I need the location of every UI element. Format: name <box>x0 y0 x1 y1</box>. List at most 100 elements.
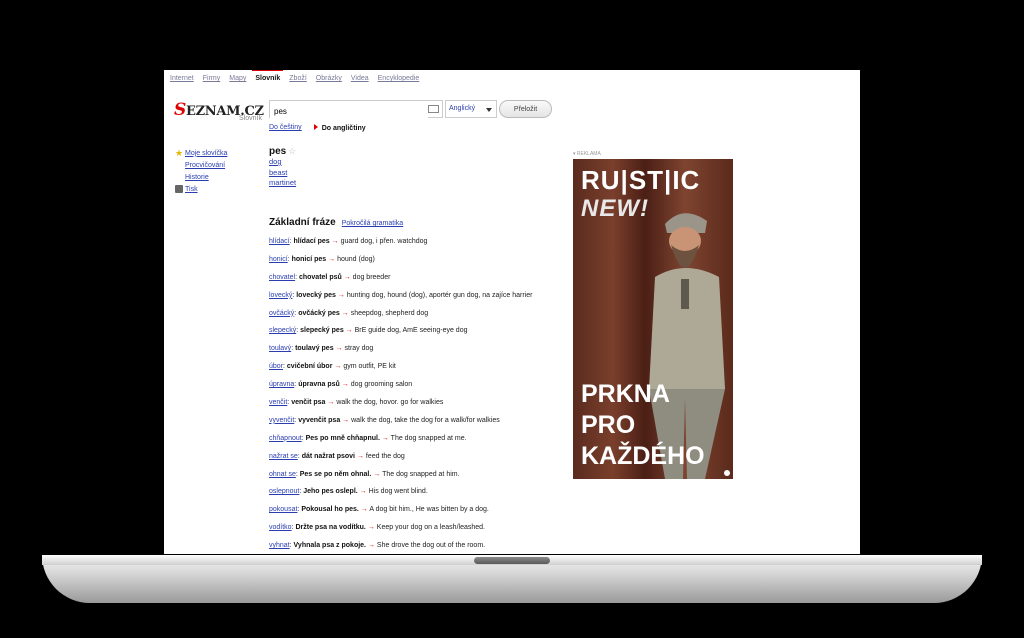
phrases-list: hlídací: hlídací pes → guard dog, i přen… <box>269 237 539 554</box>
advanced-grammar-link[interactable]: Pokročilá gramatika <box>342 220 403 227</box>
headword-text: pes <box>269 146 287 157</box>
arrow-right-icon: → <box>360 506 368 514</box>
phrase-row: vodítko: Držte psa na vodítku. → Keep yo… <box>269 524 485 532</box>
arrow-right-icon: → <box>367 542 375 550</box>
phrase-english: The dog snapped at me. <box>390 434 467 442</box>
arrow-right-icon: → <box>356 452 364 460</box>
nav-zbozi[interactable]: Zboží <box>289 75 307 87</box>
sidebar-item-label: Moje slovíčka <box>185 149 228 157</box>
phrase-source-link[interactable]: ovčácký <box>269 310 294 317</box>
phrase-row: vyvenčit: vyvenčit psa → walk the dog, t… <box>269 416 500 424</box>
logo-subtitle: Slovník <box>239 115 262 122</box>
phrases-title: Základní fráze <box>269 217 336 228</box>
sidebar-item-print[interactable]: Tisk <box>175 183 227 195</box>
direction-switch: Do češtiny Do angličtiny <box>269 124 366 132</box>
language-selected: Anglický <box>449 105 476 112</box>
phrase-source-link[interactable]: vyvenčit <box>269 417 294 424</box>
star-icon[interactable]: ☆ <box>288 146 296 156</box>
phrase-czech: Vyhnala psa z pokoje. <box>293 542 367 550</box>
phrase-english: BrE guide dog, AmE seeing-eye dog <box>354 327 468 335</box>
arrow-right-icon: → <box>359 488 367 496</box>
phrase-english: sheepdog, shepherd dog <box>350 309 429 317</box>
nav-slovnik[interactable]: Slovník <box>252 70 284 87</box>
phrase-english: The dog snapped at him. <box>382 470 460 478</box>
translation-link[interactable]: beast <box>269 168 296 179</box>
translate-button[interactable]: Přeložit <box>499 100 552 118</box>
phrase-source-link[interactable]: ohnat se <box>269 471 296 478</box>
sidebar-item-label: Tisk <box>185 185 198 193</box>
nav-firmy[interactable]: Firmy <box>203 75 221 87</box>
phrase-row: nažrat se: dát nažrat psovi → feed the d… <box>269 452 405 460</box>
sidebar-item-my-words[interactable]: ★ Moje slovíčka <box>175 147 227 159</box>
phrase-source-link[interactable]: honicí <box>269 256 288 263</box>
arrow-right-icon: → <box>328 255 336 263</box>
phrase-source-link[interactable]: lovecký <box>269 292 292 299</box>
phrase-row: oslepnout: Jeho pes oslepl. → His dog we… <box>269 488 428 496</box>
phrase-czech: hlídací pes <box>293 238 330 245</box>
phrase-row: venčit: venčit psa → walk the dog, hovor… <box>269 399 444 407</box>
ad-new-tag: NEW! <box>581 195 649 222</box>
phrase-czech: cvičební úbor <box>286 363 333 371</box>
sidebar-item-history[interactable]: Historie <box>185 171 227 183</box>
ad-slogan: PRKNA PRO KAŽDÉHO <box>581 379 705 472</box>
phrase-english: A dog bit him., He was bitten by a dog. <box>369 506 489 514</box>
arrow-right-icon: → <box>373 470 381 478</box>
phrase-source-link[interactable]: slepecký <box>269 327 296 334</box>
phrase-source-link[interactable]: vyhnat <box>269 542 290 549</box>
phrase-english: stray dog <box>344 345 374 353</box>
phrase-row: hlídací: hlídací pes → guard dog, i přen… <box>269 238 428 245</box>
phrase-source-link[interactable]: chňapnout <box>269 435 302 442</box>
phrase-row: chňapnout: Pes po mně chňapnul. → The do… <box>269 434 467 442</box>
to-czech-link[interactable]: Do češtiny <box>269 124 302 132</box>
phrase-source-link[interactable]: nažrat se <box>269 453 298 460</box>
advertisement-banner[interactable]: RU|ST|IC NEW! PRKNA PRO KAŽDÉHO <box>573 159 733 479</box>
phrase-english: His dog went blind. <box>368 488 428 496</box>
arrow-right-icon: → <box>331 238 339 245</box>
phrase-source-link[interactable]: úbor <box>269 363 283 370</box>
phrase-czech: Pes se po něm ohnal. <box>299 470 372 478</box>
browser-screen: Internet Firmy Mapy Slovník Zboží Obrázk… <box>164 70 860 554</box>
nav-encyklopedie[interactable]: Encyklopedie <box>378 75 420 87</box>
phrase-czech: Držte psa na vodítku. <box>295 524 366 532</box>
phrase-source-link[interactable]: toulavý <box>269 345 291 352</box>
ad-slogan-line: PRKNA <box>581 380 670 408</box>
translation-link[interactable]: martinet <box>269 178 296 189</box>
phrase-source-link[interactable]: hlídací <box>269 238 290 245</box>
arrow-right-icon: → <box>327 399 335 407</box>
keyboard-icon[interactable] <box>428 105 439 113</box>
phrase-english: hunting dog, hound (dog), aportér gun do… <box>346 291 533 299</box>
phrase-czech: Pokousal ho pes. <box>301 506 359 514</box>
nav-internet[interactable]: Internet <box>170 75 194 87</box>
language-select[interactable]: Anglický <box>445 100 497 118</box>
phrase-row: honicí: honicí pes → hound (dog) <box>269 255 375 263</box>
ad-brand: RU|ST|IC <box>581 165 701 195</box>
nav-mapy[interactable]: Mapy <box>229 75 246 87</box>
star-icon: ★ <box>175 148 184 158</box>
to-english-link[interactable]: Do angličtiny <box>314 124 366 132</box>
phrase-source-link[interactable]: oslepnout <box>269 488 299 495</box>
laptop-base <box>42 555 982 603</box>
search-input[interactable] <box>270 103 428 120</box>
phrase-source-link[interactable]: vodítko <box>269 524 292 531</box>
arrow-right-icon: → <box>345 327 353 335</box>
phrase-czech: lovecký pes <box>296 291 336 299</box>
phrase-czech: Pes po mně chňapnul. <box>305 434 380 442</box>
phrase-english: hound (dog) <box>337 255 375 263</box>
translation-link[interactable]: dog <box>269 157 296 168</box>
seznam-logo[interactable]: SEZNAM.CZ Slovník <box>174 100 264 126</box>
phrase-source-link[interactable]: pokousat <box>269 506 297 513</box>
sidebar-item-practice[interactable]: Procvičování <box>185 159 227 171</box>
phrase-czech: vyvenčit psa <box>298 416 341 424</box>
phrase-source-link[interactable]: chovatel <box>269 274 295 281</box>
phrase-english: dog breeder <box>352 273 391 281</box>
nav-obrazky[interactable]: Obrázky <box>316 75 342 87</box>
phrase-source-link[interactable]: venčit <box>269 399 287 406</box>
phrase-row: úbor: cvičební úbor → gym outfit, PE kit <box>269 363 396 371</box>
phrase-row: pokousat: Pokousal ho pes. → A dog bit h… <box>269 506 489 514</box>
phrase-english: gym outfit, PE kit <box>343 363 396 371</box>
entry: pes ☆ dog beast martinet <box>269 146 296 189</box>
phrase-source-link[interactable]: úpravna <box>269 381 294 388</box>
phrase-czech: ovčácký pes <box>298 309 340 317</box>
nav-videa[interactable]: Videa <box>351 75 369 87</box>
phrase-english: feed the dog <box>365 452 405 460</box>
